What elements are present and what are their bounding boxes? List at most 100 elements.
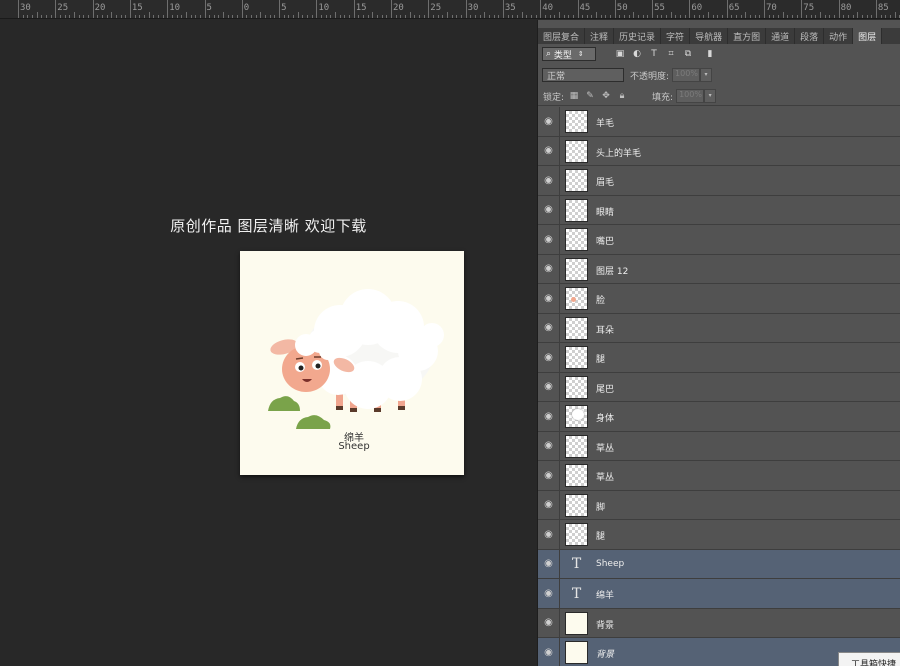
layer-row[interactable]: ◉ 耳朵 [538, 313, 900, 343]
layer-name: Sheep [596, 558, 625, 569]
blend-mode-select[interactable]: 正常 [542, 68, 624, 82]
fill-input[interactable]: 100% [676, 89, 705, 103]
tab-9[interactable]: 图层 [853, 28, 883, 44]
eye-icon[interactable]: ◉ [538, 166, 560, 195]
ruler-tick [782, 12, 784, 18]
ruler-tick [540, 0, 542, 18]
ruler-tick [843, 15, 845, 18]
image-filter-icon[interactable]: ▣ [613, 48, 627, 60]
layer-row[interactable]: ◉ 背景 [538, 608, 900, 638]
layer-row[interactable]: ◉ 草丛 [538, 461, 900, 491]
ruler-tick [395, 15, 397, 18]
eye-icon[interactable]: ◉ [538, 313, 560, 342]
eye-icon[interactable]: ◉ [538, 343, 560, 372]
layer-row[interactable]: ◉ T 绵羊 [538, 579, 900, 609]
fill-dropdown-icon[interactable]: ▾ [704, 89, 717, 103]
ruler-tick [27, 15, 29, 18]
eye-icon[interactable]: ◉ [538, 431, 560, 460]
ruler-tick [162, 15, 164, 18]
layer-row[interactable]: ◉ T Sheep [538, 549, 900, 579]
shape-filter-icon[interactable]: ⌗ [664, 48, 678, 60]
ruler-tick [572, 15, 574, 18]
opacity-input[interactable]: 100% [672, 68, 701, 82]
eye-icon[interactable]: ◉ [538, 549, 560, 578]
lock-brush-icon[interactable]: ✎ [584, 90, 596, 102]
eye-icon[interactable]: ◉ [538, 461, 560, 490]
ruler-tick [311, 15, 313, 18]
adjustment-filter-icon[interactable]: ◐ [630, 48, 644, 60]
ruler-tick [754, 15, 756, 18]
layer-row[interactable]: ◉ 羊毛 [538, 107, 900, 137]
layer-row[interactable]: ◉ 头上的羊毛 [538, 136, 900, 166]
opacity-dropdown-icon[interactable]: ▾ [700, 68, 713, 82]
ruler-tick [502, 0, 504, 18]
layer-row[interactable]: ◉ 脸 [538, 284, 900, 314]
tab-1[interactable]: 注释 [585, 28, 615, 44]
ruler-tick [521, 12, 523, 18]
thumbnail-mark [572, 409, 584, 420]
layer-row[interactable]: ◉ 眉毛 [538, 166, 900, 196]
eye-icon[interactable]: ◉ [538, 195, 560, 224]
ruler-tick [460, 15, 462, 18]
eye-icon[interactable]: ◉ [538, 254, 560, 283]
eye-icon[interactable]: ◉ [538, 490, 560, 519]
smart-object-filter-icon[interactable]: ⧉ [681, 48, 695, 60]
ruler-tick [568, 15, 570, 18]
eye-icon[interactable]: ◉ [538, 402, 560, 431]
text-layer-icon: T [571, 556, 582, 572]
ruler-tick [101, 15, 103, 18]
filter-toggle-icon[interactable]: ▮ [703, 48, 717, 60]
eye-icon[interactable]: ◉ [538, 638, 560, 666]
layer-row[interactable]: ◉ 图层 12 [538, 254, 900, 284]
layer-row[interactable]: ◉ 尾巴 [538, 372, 900, 402]
tab-7[interactable]: 段落 [795, 28, 825, 44]
eye-icon[interactable]: ◉ [538, 136, 560, 165]
layer-row[interactable]: ◉ 眼睛 [538, 195, 900, 225]
layer-row[interactable]: ◉ 身体 [538, 402, 900, 432]
tab-2[interactable]: 历史记录 [614, 28, 662, 44]
tab-0[interactable]: 图层复合 [538, 28, 586, 44]
layer-name: 腿 [596, 532, 606, 542]
ruler-tick [526, 15, 528, 18]
eye-icon[interactable]: ◉ [538, 107, 560, 136]
ruler-tick [409, 12, 411, 18]
ruler-tick [689, 0, 691, 18]
layer-row[interactable]: ◉ 腿 [538, 343, 900, 373]
tab-6[interactable]: 通道 [766, 28, 796, 44]
layer-row[interactable]: ◉ 脚 [538, 490, 900, 520]
ruler-tick [139, 15, 141, 18]
ruler-tick [171, 15, 173, 18]
lock-transparent-icon[interactable]: ▦ [568, 90, 580, 102]
tab-8[interactable]: 动作 [824, 28, 854, 44]
eye-icon[interactable]: ◉ [538, 520, 560, 549]
eye-icon[interactable]: ◉ [538, 579, 560, 608]
document-artboard[interactable]: 绵羊 Sheep [240, 251, 464, 475]
sheep-eyebrow [295, 357, 304, 360]
ruler-tick [479, 15, 481, 18]
eye-icon[interactable]: ◉ [538, 372, 560, 401]
ruler-label: 5 [281, 3, 287, 13]
tab-4[interactable]: 导航器 [690, 28, 729, 44]
tab-5[interactable]: 直方图 [728, 28, 767, 44]
layer-name: 羊毛 [596, 119, 615, 129]
eye-icon[interactable]: ◉ [538, 284, 560, 313]
ruler-tick [605, 15, 607, 18]
ruler-tick [833, 15, 835, 18]
ruler-tick [684, 15, 686, 18]
type-filter-icon[interactable]: T [647, 48, 661, 60]
layer-row[interactable]: ◉ 腿 [538, 520, 900, 550]
tab-3[interactable]: 字符 [661, 28, 691, 44]
layer-filter-select[interactable]: ⌕ 类型 ⇕ [542, 47, 596, 61]
layer-row[interactable]: ◉ 嘴巴 [538, 225, 900, 255]
canvas-area[interactable]: 原创作品 图层清晰 欢迎下载 绵羊 Sheep [0, 20, 537, 666]
layer-row[interactable]: ◉ 草丛 [538, 431, 900, 461]
lock-move-icon[interactable]: ✥ [600, 90, 612, 102]
eye-icon[interactable]: ◉ [538, 225, 560, 254]
ruler-tick [861, 15, 863, 18]
lock-all-icon[interactable]: 🔒︎ [616, 90, 628, 102]
ruler-tick [73, 12, 75, 18]
ruler-tick [181, 15, 183, 18]
ruler-tick [120, 15, 122, 18]
layer-list: ◉ 羊毛 ◉ 头上的羊毛 ◉ 眉毛 ◉ 眼睛 ◉ 嘴巴 ◉ 图层 12 ◉ 脸 ◉ 耳朵 ◉ 腿 ◉ 尾巴 ◉ 身体 ◉ 草丛… [538, 107, 900, 666]
eye-icon[interactable]: ◉ [538, 608, 560, 637]
